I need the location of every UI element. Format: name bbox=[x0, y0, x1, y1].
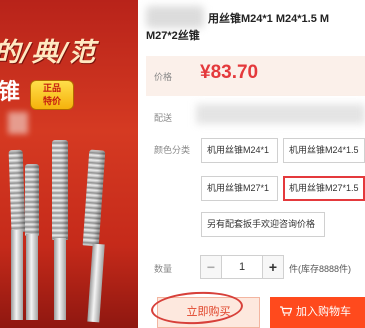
option-m27x1-5[interactable]: 机用丝锥M27*1.5 bbox=[283, 176, 365, 201]
shipping-label: 配送 bbox=[154, 113, 173, 123]
quantity-minus-button[interactable]: − bbox=[200, 255, 222, 279]
product-title-line-2: M27*2丝锥 bbox=[146, 30, 200, 42]
stock-text: 件(库存8888件) bbox=[289, 264, 352, 274]
image-banner-text-2: 锥 bbox=[0, 80, 21, 105]
cart-icon bbox=[280, 306, 292, 316]
price-label: 价格 bbox=[154, 72, 173, 82]
price-value: ¥83.70 bbox=[200, 62, 259, 83]
tap-3 bbox=[52, 140, 68, 240]
option-label: 颜色分类 bbox=[154, 145, 191, 155]
tap-1-shank bbox=[11, 230, 23, 320]
genuine-badge: 正品 特价 bbox=[30, 80, 74, 110]
tap-4 bbox=[82, 149, 106, 247]
tap-4-shank bbox=[87, 243, 105, 323]
quantity-plus-button[interactable]: + bbox=[262, 255, 284, 279]
option-wrench-inquiry[interactable]: 另有配套扳手欢迎咨询价格 bbox=[201, 212, 325, 237]
add-to-cart-label: 加入购物车 bbox=[296, 306, 351, 318]
quantity-input[interactable]: 1 bbox=[222, 255, 262, 279]
blurred-region bbox=[8, 112, 28, 134]
tap-2 bbox=[25, 164, 39, 236]
product-title: 用丝锥M24*1 M24*1.5 M bbox=[208, 13, 330, 25]
product-image[interactable]: 的/典/范 锥 正品 特价 bbox=[0, 0, 138, 328]
option-m24x1[interactable]: 机用丝锥M24*1 bbox=[201, 138, 278, 163]
shipping-info-blurred bbox=[196, 104, 365, 124]
option-m27x1[interactable]: 机用丝锥M27*1 bbox=[201, 176, 278, 201]
tap-1 bbox=[8, 149, 26, 233]
tap-3-shank bbox=[54, 238, 66, 320]
tap-2-shank bbox=[26, 234, 38, 320]
quantity-label: 数量 bbox=[154, 264, 173, 274]
option-m24x1-5[interactable]: 机用丝锥M24*1.5 bbox=[283, 138, 365, 163]
add-to-cart-button[interactable]: 加入购物车 bbox=[270, 297, 365, 328]
image-banner-text: 的/典/范 bbox=[0, 38, 96, 68]
